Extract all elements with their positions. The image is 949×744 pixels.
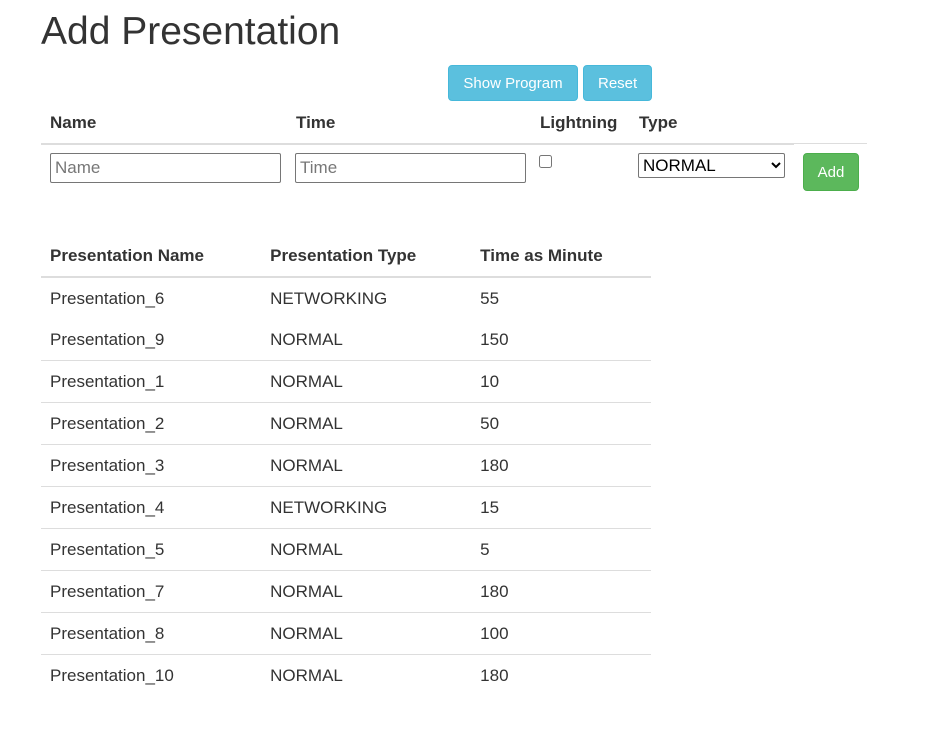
presentation-name: Presentation_7 xyxy=(41,570,262,613)
presentation-time: 55 xyxy=(471,276,651,319)
table-row: Presentation_3 NORMAL 180 xyxy=(41,444,651,487)
presentation-type: NORMAL xyxy=(270,329,343,349)
presentation-name: Presentation_4 xyxy=(41,486,262,529)
column-header: Presentation Type xyxy=(261,236,472,278)
column-header: Presentation Name xyxy=(41,236,262,278)
presentation-time: 100 xyxy=(471,612,651,655)
table-row: Presentation_6 NETWORKING 55 xyxy=(41,276,651,319)
divider xyxy=(41,143,794,145)
table-row: Presentation_9 NORMAL 150 xyxy=(41,319,651,361)
table-row: Presentation_10 NORMAL 180 xyxy=(41,654,651,696)
presentation-type: NORMAL xyxy=(261,654,472,696)
type-header: Type xyxy=(639,113,678,132)
presentation-name: Presentation_3 xyxy=(41,444,262,487)
presentation-type: NORMAL xyxy=(261,360,472,403)
divider xyxy=(794,143,867,144)
table-row: Presentation_1 NORMAL 10 xyxy=(41,360,651,403)
page-title: Add Presentation xyxy=(41,10,341,53)
presentation-time: 10 xyxy=(471,360,651,403)
lightning-header: Lightning xyxy=(540,113,618,132)
presentation-time: 5 xyxy=(471,528,651,571)
column-header: Time as Minute xyxy=(471,236,651,278)
presentation-time: 180 xyxy=(471,570,651,613)
presentation-time: 50 xyxy=(471,402,651,445)
show-program-button[interactable]: Show Program xyxy=(448,65,578,101)
presentation-name: Presentation_6 xyxy=(41,276,262,319)
table-row: Presentation_2 NORMAL 50 xyxy=(41,402,651,445)
presentation-name: Presentation_8 xyxy=(41,612,262,655)
reset-button[interactable]: Reset xyxy=(583,65,652,101)
presentation-name: Presentation_9 xyxy=(50,329,165,349)
presentation-type: NORMAL xyxy=(261,444,472,487)
name-input[interactable] xyxy=(50,153,281,183)
lightning-checkbox[interactable] xyxy=(539,155,552,168)
presentation-name: Presentation_5 xyxy=(41,528,262,571)
presentation-type: NORMAL xyxy=(261,528,472,571)
table-row: Presentation_4 NETWORKING 15 xyxy=(41,486,651,529)
presentation-time: 180 xyxy=(471,444,651,487)
presentation-time: 15 xyxy=(471,486,651,529)
presentation-type: NORMAL xyxy=(261,612,472,655)
type-select[interactable]: NORMAL xyxy=(638,153,785,178)
presentation-type: NORMAL xyxy=(261,570,472,613)
time-input[interactable] xyxy=(295,153,526,183)
table-row: Presentation_8 NORMAL 100 xyxy=(41,612,651,655)
table-row: Presentation_7 NORMAL 180 xyxy=(41,570,651,613)
presentation-name: Presentation_2 xyxy=(41,402,262,445)
presentation-time: 180 xyxy=(471,654,651,696)
presentation-type: NORMAL xyxy=(261,402,472,445)
name-header: Name xyxy=(50,113,97,132)
presentation-name: Presentation_1 xyxy=(41,360,262,403)
add-button[interactable]: Add xyxy=(803,153,859,191)
presentation-time: 150 xyxy=(480,329,509,349)
presentation-type: NETWORKING xyxy=(261,276,472,319)
time-header: Time xyxy=(296,113,336,132)
table-row: Presentation_5 NORMAL 5 xyxy=(41,528,651,571)
presentation-name: Presentation_10 xyxy=(41,654,262,696)
presentation-type: NETWORKING xyxy=(261,486,472,529)
presentations-table: Presentation Name Presentation Type Time a… xyxy=(41,236,651,696)
